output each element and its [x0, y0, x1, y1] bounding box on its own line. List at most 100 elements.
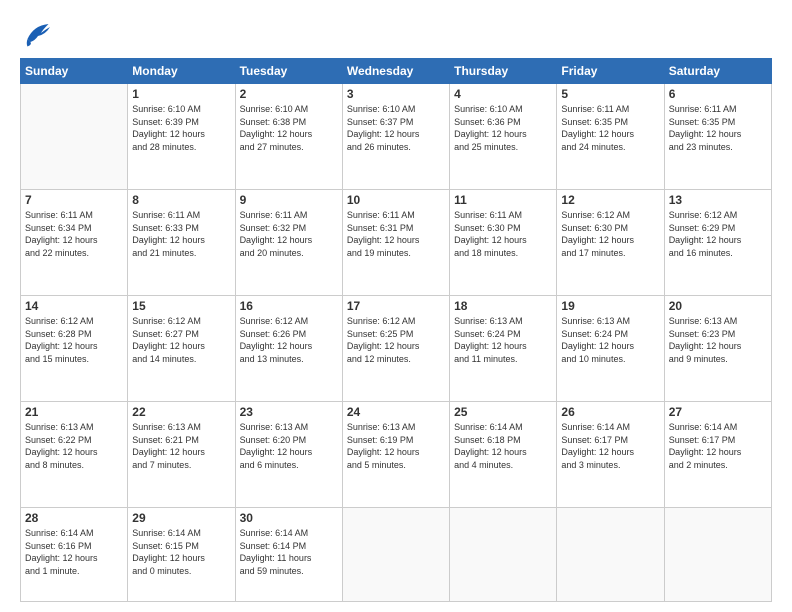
calendar-cell: 9Sunrise: 6:11 AM Sunset: 6:32 PM Daylig… [235, 190, 342, 296]
calendar-cell: 29 Sunrise: 6:14 AM Sunset: 6:15 PM Dayli… [128, 508, 235, 602]
calendar-week-row: 21 Sunrise: 6:13 AM Sunset: 6:22 PM Dayli… [21, 402, 772, 508]
day-number: 12 [561, 193, 659, 207]
cell-sun-info: Sunrise: 6:11 AM Sunset: 6:30 PM Dayligh… [454, 209, 552, 259]
calendar-cell: 20 Sunrise: 6:13 AM Sunset: 6:23 PM Dayli… [664, 296, 771, 402]
day-number: 11 [454, 193, 552, 207]
calendar-week-row: 7Sunrise: 6:11 AM Sunset: 6:34 PM Daylig… [21, 190, 772, 296]
calendar-cell: 27Sunrise: 6:14 AM Sunset: 6:17 PM Dayli… [664, 402, 771, 508]
day-number: 19 [561, 299, 659, 313]
calendar-cell [557, 508, 664, 602]
calendar-cell: 25 Sunrise: 6:14 AM Sunset: 6:18 PM Dayli… [450, 402, 557, 508]
day-number: 22 [132, 405, 230, 419]
calendar-cell: 2Sunrise: 6:10 AM Sunset: 6:38 PM Daylig… [235, 84, 342, 190]
day-number: 10 [347, 193, 445, 207]
day-number: 21 [25, 405, 123, 419]
header [20, 18, 772, 48]
day-number: 16 [240, 299, 338, 313]
day-number: 8 [132, 193, 230, 207]
calendar-cell: 11 Sunrise: 6:11 AM Sunset: 6:30 PM Dayli… [450, 190, 557, 296]
cell-sun-info: Sunrise: 6:10 AM Sunset: 6:37 PM Dayligh… [347, 103, 445, 153]
calendar-cell: 26 Sunrise: 6:14 AM Sunset: 6:17 PM Dayli… [557, 402, 664, 508]
calendar-cell: 10 Sunrise: 6:11 AM Sunset: 6:31 PM Dayli… [342, 190, 449, 296]
day-number: 13 [669, 193, 767, 207]
calendar-cell: 22 Sunrise: 6:13 AM Sunset: 6:21 PM Dayli… [128, 402, 235, 508]
day-number: 15 [132, 299, 230, 313]
calendar-cell: 15 Sunrise: 6:12 AM Sunset: 6:27 PM Dayli… [128, 296, 235, 402]
day-number: 18 [454, 299, 552, 313]
calendar-header-row: SundayMondayTuesdayWednesdayThursdayFrid… [21, 59, 772, 84]
cell-sun-info: Sunrise: 6:14 AM Sunset: 6:17 PM Dayligh… [561, 421, 659, 471]
cell-sun-info: Sunrise: 6:10 AM Sunset: 6:39 PM Dayligh… [132, 103, 230, 153]
calendar-cell [664, 508, 771, 602]
day-number: 28 [25, 511, 123, 525]
calendar-cell: 14 Sunrise: 6:12 AM Sunset: 6:28 PM Dayli… [21, 296, 128, 402]
cell-sun-info: Sunrise: 6:11 AM Sunset: 6:35 PM Dayligh… [561, 103, 659, 153]
cell-sun-info: Sunrise: 6:14 AM Sunset: 6:16 PM Dayligh… [25, 527, 123, 577]
day-number: 24 [347, 405, 445, 419]
cell-sun-info: Sunrise: 6:12 AM Sunset: 6:27 PM Dayligh… [132, 315, 230, 365]
cell-sun-info: Sunrise: 6:11 AM Sunset: 6:35 PM Dayligh… [669, 103, 767, 153]
cell-sun-info: Sunrise: 6:13 AM Sunset: 6:22 PM Dayligh… [25, 421, 123, 471]
calendar-cell: 28 Sunrise: 6:14 AM Sunset: 6:16 PM Dayli… [21, 508, 128, 602]
day-number: 26 [561, 405, 659, 419]
calendar-cell: 17Sunrise: 6:12 AM Sunset: 6:25 PM Dayli… [342, 296, 449, 402]
day-number: 17 [347, 299, 445, 313]
calendar-cell: 5 Sunrise: 6:11 AM Sunset: 6:35 PM Daylig… [557, 84, 664, 190]
calendar-cell [450, 508, 557, 602]
day-of-week-header: Tuesday [235, 59, 342, 84]
page: SundayMondayTuesdayWednesdayThursdayFrid… [0, 0, 792, 612]
calendar-cell: 16 Sunrise: 6:12 AM Sunset: 6:26 PM Dayli… [235, 296, 342, 402]
day-of-week-header: Saturday [664, 59, 771, 84]
cell-sun-info: Sunrise: 6:14 AM Sunset: 6:14 PM Dayligh… [240, 527, 338, 577]
calendar-cell [21, 84, 128, 190]
cell-sun-info: Sunrise: 6:10 AM Sunset: 6:38 PM Dayligh… [240, 103, 338, 153]
logo-bird-icon [20, 18, 50, 48]
calendar-cell: 23Sunrise: 6:13 AM Sunset: 6:20 PM Dayli… [235, 402, 342, 508]
day-of-week-header: Friday [557, 59, 664, 84]
calendar-cell: 4 Sunrise: 6:10 AM Sunset: 6:36 PM Daylig… [450, 84, 557, 190]
calendar-cell: 24 Sunrise: 6:13 AM Sunset: 6:19 PM Dayli… [342, 402, 449, 508]
cell-sun-info: Sunrise: 6:10 AM Sunset: 6:36 PM Dayligh… [454, 103, 552, 153]
calendar-cell: 30 Sunrise: 6:14 AM Sunset: 6:14 PM Dayli… [235, 508, 342, 602]
calendar-week-row: 14 Sunrise: 6:12 AM Sunset: 6:28 PM Dayli… [21, 296, 772, 402]
cell-sun-info: Sunrise: 6:12 AM Sunset: 6:30 PM Dayligh… [561, 209, 659, 259]
calendar-week-row: 28 Sunrise: 6:14 AM Sunset: 6:16 PM Dayli… [21, 508, 772, 602]
cell-sun-info: Sunrise: 6:12 AM Sunset: 6:29 PM Dayligh… [669, 209, 767, 259]
cell-sun-info: Sunrise: 6:11 AM Sunset: 6:32 PM Dayligh… [240, 209, 338, 259]
day-number: 4 [454, 87, 552, 101]
calendar-cell: 18 Sunrise: 6:13 AM Sunset: 6:24 PM Dayli… [450, 296, 557, 402]
cell-sun-info: Sunrise: 6:12 AM Sunset: 6:28 PM Dayligh… [25, 315, 123, 365]
calendar-week-row: 1 Sunrise: 6:10 AM Sunset: 6:39 PM Daylig… [21, 84, 772, 190]
cell-sun-info: Sunrise: 6:13 AM Sunset: 6:23 PM Dayligh… [669, 315, 767, 365]
cell-sun-info: Sunrise: 6:13 AM Sunset: 6:19 PM Dayligh… [347, 421, 445, 471]
calendar-cell: 6 Sunrise: 6:11 AM Sunset: 6:35 PM Daylig… [664, 84, 771, 190]
calendar-cell: 8 Sunrise: 6:11 AM Sunset: 6:33 PM Daylig… [128, 190, 235, 296]
day-number: 7 [25, 193, 123, 207]
cell-sun-info: Sunrise: 6:14 AM Sunset: 6:15 PM Dayligh… [132, 527, 230, 577]
day-number: 20 [669, 299, 767, 313]
day-number: 14 [25, 299, 123, 313]
day-number: 1 [132, 87, 230, 101]
day-number: 6 [669, 87, 767, 101]
calendar-cell: 12 Sunrise: 6:12 AM Sunset: 6:30 PM Dayli… [557, 190, 664, 296]
cell-sun-info: Sunrise: 6:13 AM Sunset: 6:24 PM Dayligh… [454, 315, 552, 365]
calendar-cell: 19 Sunrise: 6:13 AM Sunset: 6:24 PM Dayli… [557, 296, 664, 402]
cell-sun-info: Sunrise: 6:12 AM Sunset: 6:26 PM Dayligh… [240, 315, 338, 365]
day-of-week-header: Monday [128, 59, 235, 84]
calendar-cell: 13 Sunrise: 6:12 AM Sunset: 6:29 PM Dayli… [664, 190, 771, 296]
calendar-cell: 7Sunrise: 6:11 AM Sunset: 6:34 PM Daylig… [21, 190, 128, 296]
day-number: 25 [454, 405, 552, 419]
calendar-cell: 3Sunrise: 6:10 AM Sunset: 6:37 PM Daylig… [342, 84, 449, 190]
day-of-week-header: Sunday [21, 59, 128, 84]
cell-sun-info: Sunrise: 6:11 AM Sunset: 6:33 PM Dayligh… [132, 209, 230, 259]
calendar-cell [342, 508, 449, 602]
day-number: 23 [240, 405, 338, 419]
cell-sun-info: Sunrise: 6:14 AM Sunset: 6:18 PM Dayligh… [454, 421, 552, 471]
day-number: 5 [561, 87, 659, 101]
day-number: 29 [132, 511, 230, 525]
calendar-cell: 21 Sunrise: 6:13 AM Sunset: 6:22 PM Dayli… [21, 402, 128, 508]
day-number: 30 [240, 511, 338, 525]
cell-sun-info: Sunrise: 6:13 AM Sunset: 6:21 PM Dayligh… [132, 421, 230, 471]
cell-sun-info: Sunrise: 6:13 AM Sunset: 6:24 PM Dayligh… [561, 315, 659, 365]
cell-sun-info: Sunrise: 6:11 AM Sunset: 6:31 PM Dayligh… [347, 209, 445, 259]
